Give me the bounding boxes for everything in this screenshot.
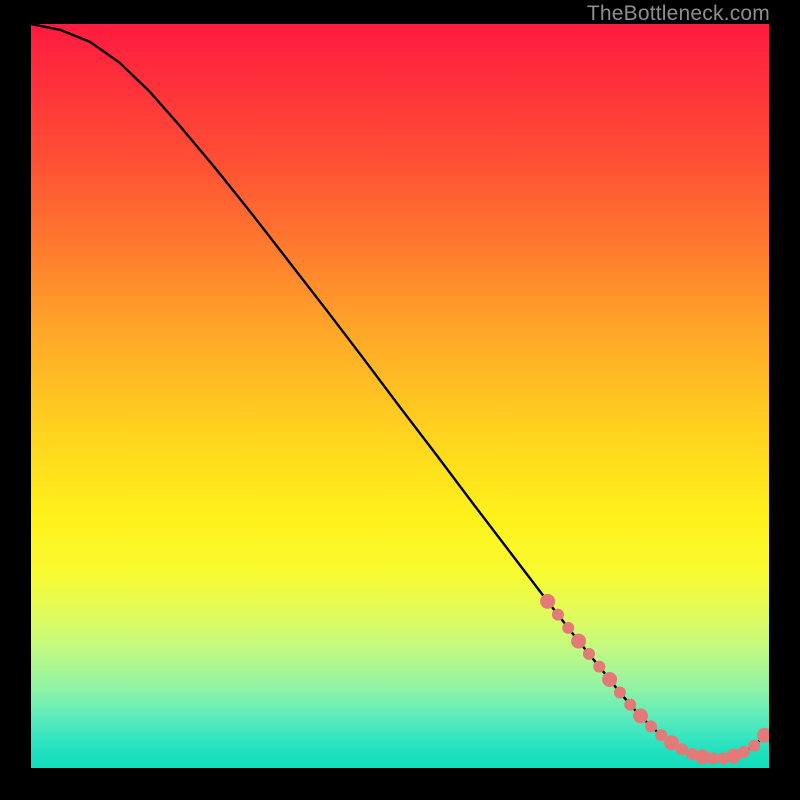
- plot-area: [31, 24, 769, 768]
- watermark-text: TheBottleneck.com: [587, 2, 770, 26]
- curve-marker: [738, 746, 750, 758]
- curve-marker: [748, 740, 760, 752]
- curve-marker: [552, 609, 564, 621]
- curve-marker: [645, 720, 657, 732]
- curve-marker: [593, 661, 605, 673]
- curve-marker: [540, 594, 555, 609]
- curve-layer: [31, 24, 769, 768]
- curve-marker: [562, 622, 574, 634]
- curve-marker: [676, 743, 688, 755]
- curve-marker: [707, 752, 719, 764]
- curve-marker: [602, 672, 617, 687]
- curve-marker: [571, 634, 586, 649]
- curve-marker: [633, 708, 648, 723]
- curve-highlight-points: [540, 594, 769, 765]
- chart-stage: TheBottleneck.com: [0, 0, 800, 800]
- bottleneck-curve-line: [31, 24, 769, 758]
- curve-marker: [624, 699, 636, 711]
- curve-marker: [614, 686, 626, 698]
- curve-marker: [583, 648, 595, 660]
